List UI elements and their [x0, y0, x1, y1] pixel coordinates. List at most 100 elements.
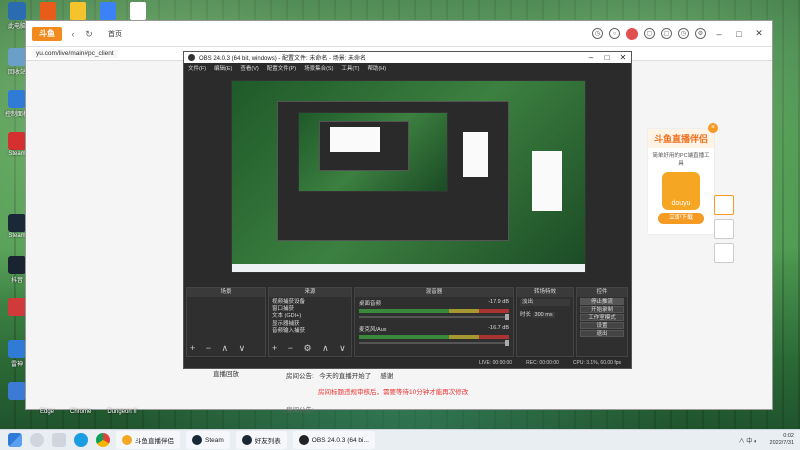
- scenes-dock: 场景 + − ∧ ∨: [186, 287, 266, 357]
- task-view-icon[interactable]: [52, 433, 66, 447]
- controls-dock: 控件 停止推流 开始录制 工作室模式 设置 退出: [576, 287, 628, 357]
- replay-label[interactable]: 直播回放: [213, 368, 239, 378]
- maximize-icon[interactable]: □: [732, 29, 746, 39]
- desktop-icon-app-2[interactable]: [70, 2, 86, 20]
- exit-button[interactable]: 退出: [580, 330, 624, 337]
- home-icon[interactable]: [714, 219, 734, 239]
- source-item[interactable]: 显示器捕获: [272, 321, 348, 328]
- ad-title: 斗鱼直播伴侣: [648, 129, 714, 148]
- ad-subtitle: 简单好用的PC端直播工具: [652, 153, 710, 167]
- windows-start-icon[interactable]: [8, 433, 22, 447]
- preview-taskbar: [232, 264, 585, 272]
- stop-streaming-button[interactable]: 停止推流: [580, 298, 624, 305]
- settings-icon[interactable]: ⚙: [695, 28, 706, 39]
- scenes-title: 场景: [187, 288, 265, 297]
- ad-close-icon[interactable]: ×: [708, 123, 718, 133]
- settings-button[interactable]: 设置: [580, 322, 624, 329]
- menu-scene-collection[interactable]: 场景集合(S): [304, 64, 333, 72]
- source-item[interactable]: 文本 (GDI+): [272, 313, 348, 320]
- douyu-logo: 斗鱼: [32, 26, 62, 41]
- user-icon[interactable]: ○: [609, 28, 620, 39]
- transition-select[interactable]: 淡出: [520, 299, 570, 307]
- taskbar-item-friends[interactable]: 好友列表: [235, 431, 287, 449]
- system-tray: ∧ 中 ◐ 0:02 2022/7/31: [739, 433, 800, 447]
- notice-warning: 房间标题违规审核后，需要等待10分钟才能再次修改: [318, 389, 469, 396]
- preview-nested-2: [298, 112, 448, 192]
- desktop-top-icons: [40, 2, 146, 20]
- mixer-title: 混音器: [355, 288, 513, 297]
- obs-maximize-icon[interactable]: □: [599, 53, 615, 62]
- obs-titlebar: OBS 24.0.3 (64 bit, windows) - 配置文件: 未命名…: [184, 52, 631, 63]
- screenshot-icon[interactable]: [714, 243, 734, 263]
- shirt-icon[interactable]: ▢: [644, 28, 655, 39]
- transitions-title: 转场特效: [517, 288, 573, 297]
- taskbar-item-steam[interactable]: Steam: [186, 431, 230, 449]
- sources-list: 视频捕获设备 窗口捕获 文本 (GDI+) 显示器捕获 音频输入捕获: [269, 297, 351, 337]
- windows-taskbar: 斗鱼直播伴侣 Steam 好友列表 OBS 24.0.3 (64 bi... ∧…: [0, 429, 800, 450]
- notice-label: 房间公告:: [286, 373, 314, 380]
- desktop-icon-file[interactable]: [130, 2, 146, 20]
- clock-icon[interactable]: ◷: [592, 28, 603, 39]
- clock[interactable]: 0:02 2022/7/31: [770, 433, 794, 447]
- scenes-controls[interactable]: + − ∧ ∨: [190, 343, 249, 354]
- obs-icon: [188, 54, 195, 61]
- search-icon[interactable]: [30, 433, 44, 447]
- studio-mode-button[interactable]: 工作室模式: [580, 314, 624, 321]
- duration-label: 时长: [520, 312, 532, 319]
- ad-download-button[interactable]: 立即下载: [658, 213, 704, 224]
- start-recording-button[interactable]: 开始录制: [580, 306, 624, 313]
- obs-menubar: 文件(F) 编辑(E) 查看(V) 配置文件(P) 场景集合(S) 工具(T) …: [184, 63, 631, 72]
- box-icon[interactable]: ▢: [661, 28, 672, 39]
- volume-slider[interactable]: [359, 340, 509, 346]
- controls-title: 控件: [577, 288, 627, 297]
- live-time: LIVE: 00:00:00: [479, 360, 513, 366]
- notice-highlight: 今天的直播开始了: [319, 373, 372, 380]
- room-notice: 房间公告: 今天的直播开始了 感谢 房间标题违规审核后，需要等待10分钟才能再次…: [286, 370, 468, 414]
- obs-close-icon[interactable]: ✕: [615, 53, 631, 62]
- sources-dock: 来源 视频捕获设备 窗口捕获 文本 (GDI+) 显示器捕获 音频输入捕获 + …: [268, 287, 352, 357]
- menu-profile[interactable]: 配置文件(P): [267, 64, 296, 72]
- preview-ad: [532, 151, 562, 211]
- taskbar-item-obs[interactable]: OBS 24.0.3 (64 bi...: [292, 431, 375, 449]
- menu-help[interactable]: 帮助(H): [367, 64, 386, 72]
- volume-slider[interactable]: [359, 314, 509, 320]
- history-icon[interactable]: ◷: [678, 28, 689, 39]
- menu-file[interactable]: 文件(F): [188, 64, 206, 72]
- play-icon[interactable]: [714, 195, 734, 215]
- desktop-bottom-labels: Edge Chrome Dungeon II: [40, 409, 137, 415]
- preview-nested-ad: [463, 132, 488, 177]
- minimize-icon[interactable]: –: [712, 29, 726, 39]
- edge-icon[interactable]: [74, 433, 88, 447]
- obs-title: OBS 24.0.3 (64 bit, windows) - 配置文件: 未命名…: [199, 56, 367, 62]
- tab-home[interactable]: 首页: [100, 26, 130, 42]
- preview-obs-nested: [277, 101, 509, 241]
- chrome-icon[interactable]: [96, 433, 110, 447]
- tray-icons[interactable]: ∧ 中 ◐: [739, 436, 758, 445]
- url-field[interactable]: yu.com/live/main#pc_client: [32, 49, 118, 58]
- back-icon[interactable]: ‹: [68, 29, 78, 39]
- menu-edit[interactable]: 编辑(E): [214, 64, 232, 72]
- sources-title: 来源: [269, 288, 351, 297]
- desktop-icon-app-3[interactable]: [100, 2, 116, 20]
- close-icon[interactable]: ✕: [752, 28, 766, 39]
- mixer-channel-mic: 麦克风/Aux -16.7 dB: [355, 323, 513, 349]
- transitions-dock: 转场特效 淡出 时长 300 ms: [516, 287, 574, 357]
- menu-tools[interactable]: 工具(T): [341, 64, 359, 72]
- notice-rest: 感谢: [380, 373, 394, 380]
- ad-banner[interactable]: × 斗鱼直播伴侣 简单好用的PC端直播工具 douyu 立即下载: [647, 123, 718, 235]
- menu-view[interactable]: 查看(V): [240, 64, 258, 72]
- duration-input[interactable]: 300 ms: [532, 312, 555, 319]
- taskbar-item-douyu[interactable]: 斗鱼直播伴侣: [116, 431, 180, 449]
- desktop-icon-app-1[interactable]: [40, 2, 56, 20]
- sources-controls[interactable]: + − ⚙ ∧ ∨: [272, 343, 350, 354]
- douyu-mascot-icon: douyu: [662, 172, 700, 210]
- obs-minimize-icon[interactable]: –: [583, 53, 599, 62]
- source-item[interactable]: 音频输入捕获: [272, 328, 348, 335]
- avatar[interactable]: [626, 27, 638, 40]
- label-edge: Edge: [40, 409, 55, 415]
- mixer-channel-desktop: 桌面音频 -17.9 dB: [355, 297, 513, 323]
- obs-icon: [298, 435, 309, 445]
- refresh-icon[interactable]: ↻: [84, 29, 94, 39]
- label-dungeon: Dungeon II: [107, 409, 137, 415]
- obs-preview[interactable]: [231, 80, 586, 273]
